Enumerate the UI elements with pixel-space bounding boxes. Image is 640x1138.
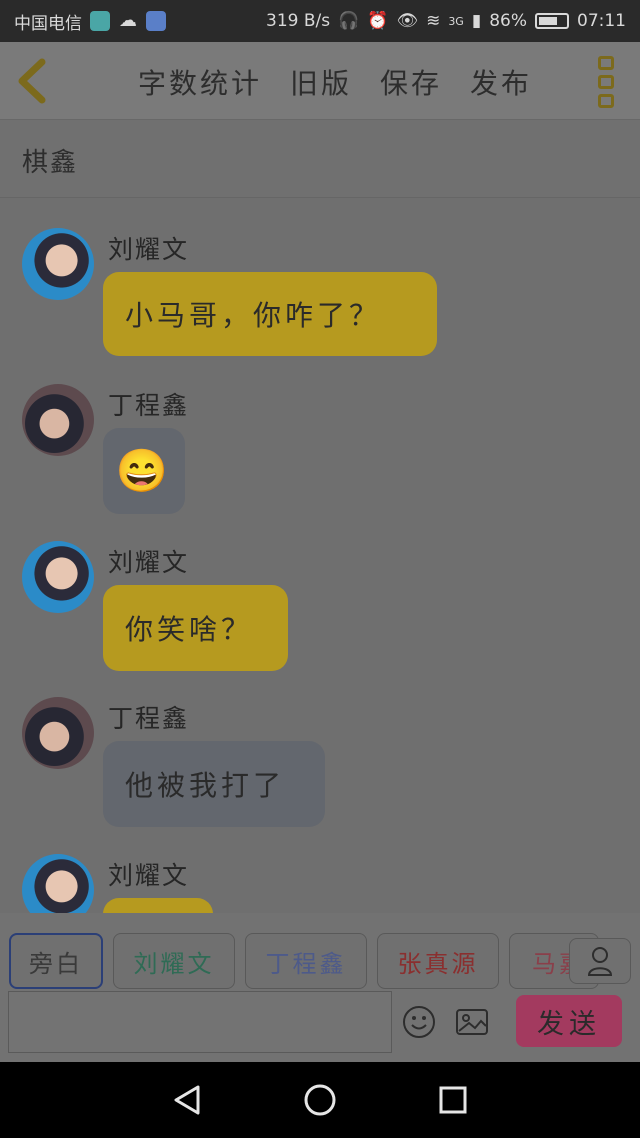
nav-recents-button[interactable]: [433, 1080, 473, 1120]
avatar[interactable]: [22, 697, 94, 769]
wechat-icon: ☁: [119, 10, 137, 31]
wifi-icon: ≋: [426, 11, 441, 31]
app-notification-icon: [146, 11, 166, 31]
role-chip-label: 张真源: [397, 949, 479, 978]
eye-icon: 👁: [396, 11, 419, 31]
battery-icon: [535, 13, 569, 29]
role-chooser: 旁白 刘耀文 丁程鑫 张真源 马嘉: [0, 913, 640, 991]
avatar[interactable]: [22, 541, 94, 613]
speaker-name: 刘耀文: [108, 235, 190, 264]
nav-back-button[interactable]: [167, 1080, 207, 1120]
message-bubble[interactable]: 😄: [103, 428, 185, 514]
user-icon: [587, 947, 613, 976]
image-button[interactable]: [455, 1005, 489, 1039]
triangle-back-icon: [174, 1085, 200, 1115]
top-toolbar: 字数统计 旧版 保存 发布: [0, 42, 640, 120]
smiley-icon: [403, 1006, 435, 1038]
status-bar: 中国电信 ☁ 319 B/s 🎧 ⏰ 👁 ≋ 3G ▮ 86% 07:11: [0, 0, 640, 42]
save-button[interactable]: 保存: [380, 62, 442, 102]
speaker-name: 丁程鑫: [108, 704, 190, 733]
role-chip-ding[interactable]: 丁程鑫: [245, 933, 367, 989]
alarm-icon: ⏰: [367, 11, 389, 31]
battery-percent: 86%: [489, 11, 527, 31]
more-dot-icon: [598, 94, 614, 108]
role-chip-label: 刘耀文: [133, 949, 215, 978]
speaker-name: 丁程鑫: [108, 391, 190, 420]
message-input[interactable]: [8, 991, 392, 1053]
headphones-icon: 🎧: [338, 11, 360, 31]
back-button[interactable]: [14, 58, 54, 104]
role-chip-label: 丁程鑫: [265, 949, 347, 978]
role-chip-liu[interactable]: 刘耀文: [113, 933, 235, 989]
chevron-left-icon: [18, 58, 46, 104]
speaker-name: 刘耀文: [108, 861, 190, 890]
old-version-button[interactable]: 旧版: [290, 62, 352, 102]
circle-home-icon: [304, 1084, 336, 1116]
role-chip-label: 旁白: [29, 949, 83, 978]
message-bubble[interactable]: 他被我打了: [103, 741, 325, 827]
message-text: 你笑啥？: [125, 613, 254, 646]
speaker-name: 刘耀文: [108, 548, 190, 577]
message-bubble[interactable]: 小马哥，你咋了？: [103, 272, 437, 356]
word-count-button[interactable]: 字数统计: [138, 62, 262, 102]
message-text: 他被我打了: [125, 769, 286, 802]
carrier-label: 中国电信: [14, 13, 82, 34]
story-title-row[interactable]: 棋鑫: [0, 120, 640, 198]
grinning-face-icon: 😄: [115, 446, 173, 495]
message-text: 小马哥，你咋了？: [125, 299, 382, 332]
message-bubble[interactable]: [103, 898, 213, 913]
clock: 07:11: [577, 11, 626, 31]
avatar[interactable]: [22, 854, 94, 913]
network-type: 3G: [448, 14, 464, 28]
signal-icon: ▮: [471, 11, 482, 31]
image-icon: [456, 1009, 488, 1035]
message-bubble[interactable]: 你笑啥？: [103, 585, 288, 671]
send-label: 发送: [537, 1008, 601, 1040]
more-dot-icon: [598, 75, 614, 89]
more-menu-button[interactable]: [598, 56, 618, 108]
chat-area[interactable]: 刘耀文 小马哥，你咋了？ 丁程鑫 😄 刘耀文 你笑啥？ 丁程鑫 他被我打了 刘耀…: [0, 199, 640, 913]
publish-button[interactable]: 发布: [470, 62, 532, 102]
add-role-button[interactable]: [569, 938, 631, 984]
avatar[interactable]: [22, 384, 94, 456]
square-recents-icon: [439, 1086, 467, 1114]
emoji-button[interactable]: [402, 1005, 436, 1039]
role-chip-narrator[interactable]: 旁白: [9, 933, 103, 989]
nav-home-button[interactable]: [300, 1080, 340, 1120]
role-chip-zhang[interactable]: 张真源: [377, 933, 499, 989]
more-dot-icon: [598, 56, 614, 70]
system-nav-bar: [0, 1062, 640, 1138]
network-speed: 319 B/s: [266, 11, 331, 31]
story-title[interactable]: 棋鑫: [22, 142, 78, 179]
shield-icon: [90, 11, 110, 31]
composer: 发送: [0, 991, 640, 1062]
avatar[interactable]: [22, 228, 94, 300]
send-button[interactable]: 发送: [516, 995, 622, 1047]
